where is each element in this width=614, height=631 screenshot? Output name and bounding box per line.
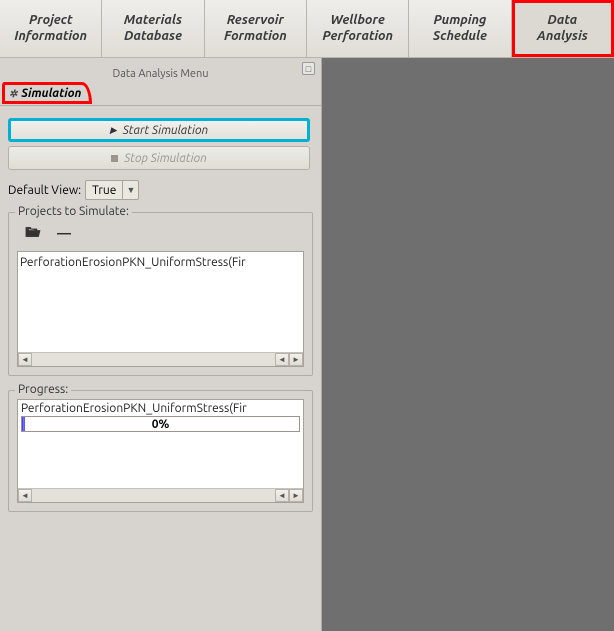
progress-bar: 0% xyxy=(21,416,300,432)
stop-simulation-label: Stop Simulation xyxy=(124,152,207,165)
tab-project-information[interactable]: ProjectInformation xyxy=(0,0,102,57)
menu-title-row: Data Analysis Menu □ xyxy=(0,58,321,80)
progress-item-label: PerforationErosionPKN_UniformStress(Fir xyxy=(18,400,303,415)
scroll-left-icon[interactable]: ◄ xyxy=(18,489,32,502)
scroll-track[interactable] xyxy=(32,353,275,366)
progress-legend: Progress: xyxy=(15,383,71,396)
scroll-right-icon[interactable]: ◄ xyxy=(275,489,289,502)
progress-fill xyxy=(22,417,25,431)
list-item[interactable]: PerforationErosionPKN_UniformStress(Fir xyxy=(18,252,289,352)
scroll-right-icon-2[interactable]: ► xyxy=(289,489,303,502)
simulation-tab[interactable]: ✲ Simulation xyxy=(2,82,92,104)
simulation-tab-label: Simulation xyxy=(21,87,81,100)
progress-h-scrollbar[interactable]: ◄ ◄ ► xyxy=(18,488,303,502)
simulation-tab-row: ✲ Simulation xyxy=(0,82,321,106)
top-tabs: ProjectInformation MaterialsDatabase Res… xyxy=(0,0,614,58)
tab-reservoir-formation[interactable]: ReservoirFormation xyxy=(205,0,307,57)
progress-percent: 0% xyxy=(152,418,170,431)
default-view-select[interactable]: True ▼ xyxy=(85,180,139,200)
remove-icon[interactable]: — xyxy=(57,225,71,241)
gear-icon: ✲ xyxy=(9,88,17,100)
scroll-track[interactable] xyxy=(32,489,275,502)
menu-title: Data Analysis Menu xyxy=(112,68,208,80)
start-simulation-button[interactable]: ▶ Start Simulation xyxy=(8,118,310,142)
scroll-left-icon[interactable]: ◄ xyxy=(18,353,32,366)
panel-popout-icon[interactable]: □ xyxy=(302,62,315,75)
tab-data-analysis[interactable]: DataAnalysis xyxy=(512,0,614,57)
tab-wellbore-perforation[interactable]: WellborePerforation xyxy=(307,0,409,57)
data-analysis-panel: Data Analysis Menu □ ✲ Simulation ▶ Star… xyxy=(0,58,322,631)
chevron-down-icon[interactable]: ▼ xyxy=(122,181,138,199)
scroll-right-icon[interactable]: ◄ xyxy=(275,353,289,366)
projects-fieldset: Projects to Simulate: — PerforationErosi… xyxy=(8,212,313,376)
tab-materials-database[interactable]: MaterialsDatabase xyxy=(102,0,204,57)
default-view-label: Default View: xyxy=(8,184,81,197)
default-view-value: True xyxy=(86,184,122,197)
projects-list: PerforationErosionPKN_UniformStress(Fir … xyxy=(17,251,304,367)
open-folder-icon[interactable] xyxy=(25,226,41,241)
projects-h-scrollbar[interactable]: ◄ ◄ ► xyxy=(18,352,303,366)
scroll-right-icon-2[interactable]: ► xyxy=(289,353,303,366)
stop-icon xyxy=(111,155,118,162)
progress-list: PerforationErosionPKN_UniformStress(Fir … xyxy=(17,399,304,503)
progress-fieldset: Progress: PerforationErosionPKN_UniformS… xyxy=(8,390,313,512)
stop-simulation-button[interactable]: Stop Simulation xyxy=(8,146,310,170)
tab-pumping-schedule[interactable]: PumpingSchedule xyxy=(409,0,511,57)
start-simulation-label: Start Simulation xyxy=(123,124,208,137)
projects-legend: Projects to Simulate: xyxy=(15,205,132,218)
play-icon: ▶ xyxy=(110,125,117,136)
